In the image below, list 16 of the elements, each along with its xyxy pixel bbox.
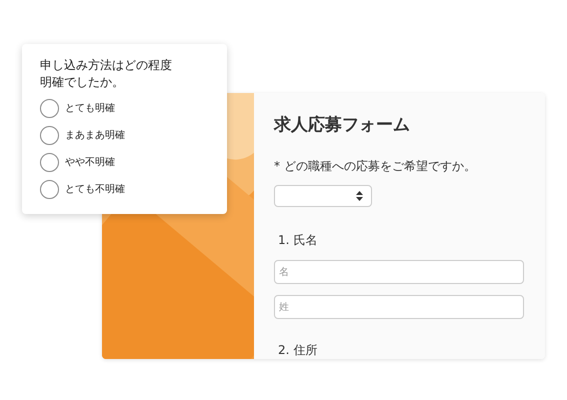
text-input[interactable]: 名 (274, 260, 524, 284)
section-label: 2. 住所 (277, 342, 318, 359)
form-title: 求人応募フォーム (274, 114, 411, 137)
radio-button[interactable] (40, 153, 59, 172)
survey-question: 申し込み方法はどの程度明確でしたか。 (40, 57, 173, 91)
question-label: * どの職種への応募をご希望ですか。 (274, 158, 477, 174)
radio-button[interactable] (40, 180, 59, 199)
option-label: とても不明確 (65, 183, 125, 197)
sort-icon (356, 190, 363, 201)
section-label: 1. 氏名 (277, 232, 318, 249)
radio-button[interactable] (40, 126, 59, 145)
option-label: まあまあ明確 (65, 129, 125, 143)
option-label: やや不明確 (65, 156, 115, 170)
radio-button[interactable] (40, 99, 59, 118)
option-label: とても明確 (65, 102, 115, 116)
text-input[interactable]: 姓 (274, 295, 524, 319)
